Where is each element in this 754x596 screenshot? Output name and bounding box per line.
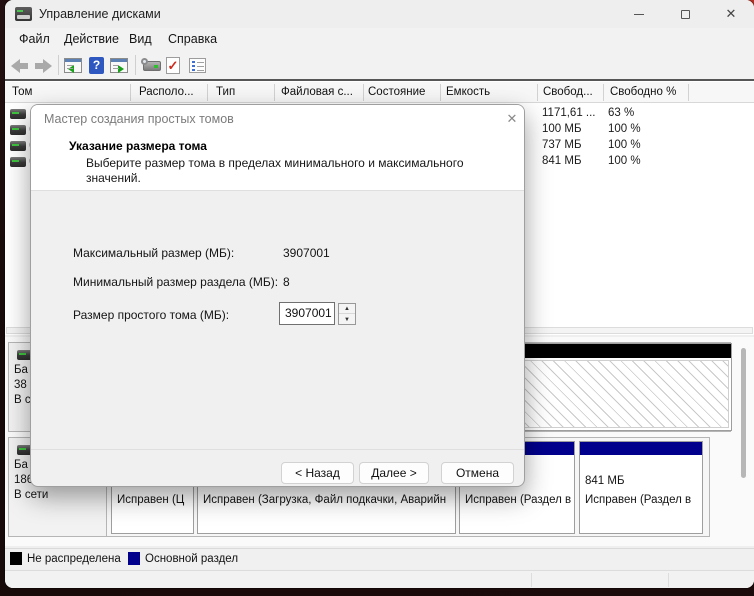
- col-free[interactable]: Свобод...: [543, 86, 593, 98]
- wizard-title: Мастер создания простых томов: [44, 112, 234, 126]
- window-title: Управление дисками: [39, 7, 161, 21]
- partition-size: 841 МБ: [585, 475, 625, 487]
- disk-management-window: Управление дисками ✕ Файл Действие Вид С…: [5, 0, 754, 588]
- free-space: 100 МБ: [542, 123, 582, 135]
- desktop-background: Управление дисками ✕ Файл Действие Вид С…: [0, 0, 754, 596]
- status-bar: [5, 570, 754, 588]
- forward-arrow-icon[interactable]: [35, 59, 52, 73]
- menu-file[interactable]: Файл: [19, 32, 50, 46]
- free-percent: 100 %: [608, 123, 641, 135]
- menu-help[interactable]: Справка: [168, 32, 217, 46]
- col-free-pct[interactable]: Свободно %: [610, 86, 676, 98]
- unallocated-swatch: [10, 552, 22, 565]
- button-separator: [31, 449, 524, 450]
- col-type[interactable]: Тип: [216, 86, 235, 98]
- partition-status: Исправен (Раздел в: [585, 494, 692, 506]
- col-layout[interactable]: Располо...: [139, 86, 194, 98]
- disk-properties-icon[interactable]: [141, 58, 161, 71]
- toolbar: ? ✓: [5, 52, 754, 79]
- wizard-page-description: Выберите размер тома в пределах минималь…: [86, 156, 464, 185]
- wizard-page-heading: Указание размера тома: [69, 139, 207, 153]
- volume-icon: [10, 157, 26, 167]
- app-icon: [15, 7, 32, 21]
- volume-icon: [10, 109, 26, 119]
- console-tree-right-icon[interactable]: [110, 58, 128, 73]
- title-bar: Управление дисками ✕: [5, 0, 754, 28]
- min-size-label: Минимальный размер раздела (МБ):: [73, 275, 279, 289]
- new-simple-volume-wizard: Мастер создания простых томов ✕ Указание…: [30, 104, 525, 487]
- next-button[interactable]: Далее >: [359, 462, 429, 484]
- max-size-label: Максимальный размер (МБ):: [73, 246, 235, 260]
- console-tree-left-icon[interactable]: [64, 58, 82, 73]
- menu-action[interactable]: Действие: [64, 32, 119, 46]
- simple-volume-size-label: Размер простого тома (МБ):: [73, 308, 230, 322]
- primary-swatch: [128, 552, 140, 565]
- vertical-scrollbar[interactable]: [741, 348, 746, 478]
- volume-size-spinner: ▲ ▼: [338, 303, 356, 325]
- free-space: 841 МБ: [542, 155, 582, 167]
- volume-size-input[interactable]: 3907001: [279, 302, 335, 325]
- spinner-up-icon[interactable]: ▲: [339, 304, 355, 314]
- primary-partition-band: [580, 442, 702, 455]
- free-space: 1171,61 ...: [542, 107, 596, 119]
- free-percent: 63 %: [608, 107, 635, 119]
- max-size-value: 3907001: [283, 246, 330, 260]
- col-volume[interactable]: Том: [12, 86, 32, 98]
- spinner-down-icon[interactable]: ▼: [339, 315, 355, 325]
- view-checklist-icon[interactable]: [189, 58, 206, 73]
- free-percent: 100 %: [608, 139, 641, 151]
- legend-primary: Основной раздел: [145, 553, 239, 565]
- col-capacity[interactable]: Емкость: [446, 86, 490, 98]
- menu-view[interactable]: Вид: [129, 32, 152, 46]
- free-percent: 100 %: [608, 155, 641, 167]
- maximize-button[interactable]: [662, 0, 708, 28]
- help-icon[interactable]: ?: [89, 57, 104, 74]
- volume-icon: [10, 125, 26, 135]
- back-button[interactable]: < Назад: [281, 462, 354, 484]
- close-button[interactable]: ✕: [708, 0, 754, 28]
- col-filesystem[interactable]: Файловая с...: [281, 86, 353, 98]
- menu-bar: Файл Действие Вид Справка: [5, 28, 754, 52]
- free-space: 737 МБ: [542, 139, 582, 151]
- wizard-close-icon[interactable]: ✕: [502, 109, 522, 129]
- action-check-icon[interactable]: ✓: [166, 57, 180, 74]
- wizard-header: Мастер создания простых томов ✕ Указание…: [31, 105, 524, 191]
- legend-unallocated: Не распределена: [27, 553, 121, 565]
- partition-region[interactable]: 841 МБ Исправен (Раздел в: [579, 441, 703, 534]
- minimize-button[interactable]: [616, 0, 662, 28]
- col-status[interactable]: Состояние: [368, 86, 425, 98]
- volume-icon: [10, 141, 26, 151]
- legend-bar: Не распределена Основной раздел: [5, 548, 754, 569]
- table-header: Том Располо... Тип Файловая с... Состоян…: [5, 82, 754, 103]
- cancel-button[interactable]: Отмена: [441, 462, 514, 484]
- back-arrow-icon[interactable]: [11, 59, 28, 73]
- min-size-value: 8: [283, 275, 290, 289]
